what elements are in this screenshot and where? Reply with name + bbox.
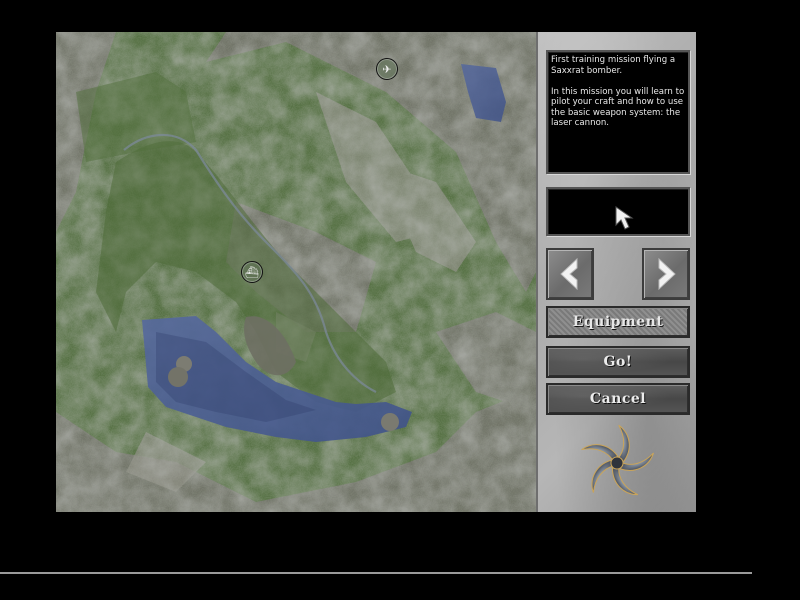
game-screen: ✈ ⛴ First training mission flying a Saxx… bbox=[0, 0, 800, 600]
mission-panel: First training mission flying a Saxxrat … bbox=[536, 32, 696, 512]
ship-marker[interactable]: ⛴ bbox=[241, 261, 263, 283]
preview-display bbox=[546, 187, 690, 236]
status-divider bbox=[0, 572, 752, 574]
equipment-button-label: Equipment bbox=[572, 314, 664, 330]
equipment-button[interactable]: Equipment bbox=[546, 306, 690, 338]
mission-briefing-text: First training mission flying a Saxxrat … bbox=[546, 50, 690, 174]
chevron-left-icon bbox=[560, 257, 578, 291]
next-button[interactable] bbox=[642, 248, 690, 300]
terrain-map-graphic bbox=[56, 32, 536, 512]
go-button-label: Go! bbox=[603, 354, 633, 370]
starfish-emblem-icon bbox=[580, 424, 658, 502]
go-button[interactable]: Go! bbox=[546, 346, 690, 378]
cancel-button[interactable]: Cancel bbox=[546, 383, 690, 415]
aircraft-icon: ✈ bbox=[382, 62, 392, 76]
mission-map[interactable]: ✈ ⛴ bbox=[56, 32, 536, 512]
cursor-arrow-icon bbox=[615, 206, 634, 230]
ship-icon: ⛴ bbox=[245, 265, 259, 279]
chevron-right-icon bbox=[658, 257, 676, 291]
cancel-button-label: Cancel bbox=[589, 391, 647, 407]
aircraft-marker[interactable]: ✈ bbox=[376, 58, 398, 80]
previous-button[interactable] bbox=[546, 248, 594, 300]
